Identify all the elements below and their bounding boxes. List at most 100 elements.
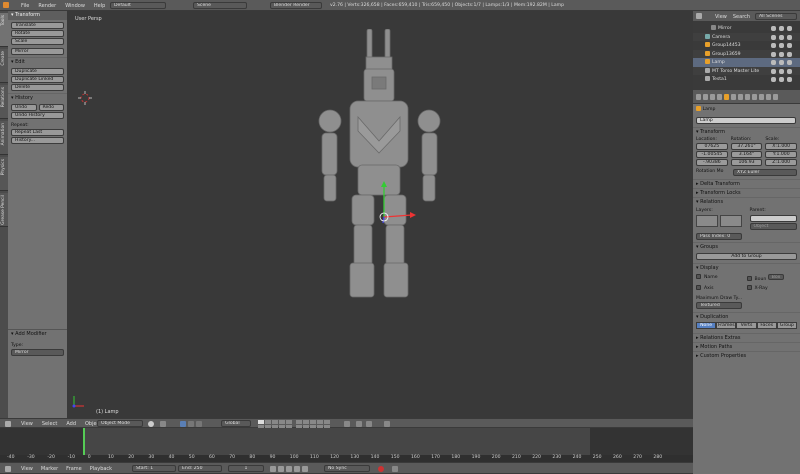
lock-camera-icon[interactable] [344, 421, 350, 427]
motion-paths-header[interactable]: ▸ Motion Paths [693, 342, 800, 351]
max-draw-select[interactable]: Textured [696, 302, 742, 309]
scale-y-field[interactable]: Y:1.000 [765, 151, 798, 158]
relations-header[interactable]: ▾ Relations [693, 197, 800, 206]
layer-button[interactable] [272, 420, 278, 424]
parent-type-select[interactable]: Object [749, 223, 797, 230]
layer-button[interactable] [258, 420, 264, 424]
tab-relations[interactable]: Relations [0, 85, 8, 119]
play-icon[interactable] [286, 466, 292, 472]
render-camera-icon[interactable] [787, 77, 792, 82]
manipulator-scale-icon[interactable] [196, 421, 202, 427]
outliner-row[interactable]: Group14453 [693, 41, 800, 50]
render-camera-icon[interactable] [787, 26, 792, 31]
render-camera-icon[interactable] [787, 68, 792, 74]
history-button[interactable]: History... [11, 137, 64, 144]
scale-z-field[interactable]: Z:1.000 [765, 159, 798, 166]
render-camera-icon[interactable] [787, 34, 792, 40]
transform-section-header[interactable]: ▾ Transform [693, 127, 800, 136]
axis-checkbox[interactable]: Axis [696, 285, 747, 291]
jump-start-icon[interactable] [270, 466, 276, 472]
manipulator-translate-icon[interactable] [180, 421, 186, 427]
duplication-group[interactable]: Group [776, 322, 798, 329]
context-modifiers-icon[interactable] [738, 94, 743, 100]
context-world-icon[interactable] [717, 94, 722, 100]
object-mode-select[interactable]: Object Mode [97, 420, 143, 427]
context-particles-icon[interactable] [766, 94, 771, 100]
redo-button[interactable]: Redo [38, 104, 64, 111]
duplication-header[interactable]: ▾ Duplication [693, 312, 800, 321]
timeline-menu-view[interactable]: View [21, 466, 33, 472]
parent-field[interactable] [749, 215, 797, 222]
custom-properties-header[interactable]: ▸ Custom Properties [693, 351, 800, 360]
object-layers[interactable] [696, 215, 744, 227]
transform-locks-header[interactable]: ▸ Transform Locks [693, 188, 800, 197]
context-scene-icon[interactable] [710, 94, 715, 100]
timeline-editor-icon[interactable] [5, 466, 11, 472]
outliner-editor-icon[interactable] [696, 13, 702, 19]
edit-panel-header[interactable]: ▾ Edit [8, 57, 67, 66]
visibility-eye-icon[interactable] [771, 51, 776, 57]
start-frame-field[interactable]: Start: 1 [132, 465, 176, 472]
sync-mode-select[interactable]: No Sync [324, 465, 370, 472]
current-frame-line[interactable] [83, 428, 85, 455]
bounds-checkbox[interactable]: Boun Box [746, 274, 798, 282]
layer-block-2[interactable] [720, 215, 742, 227]
snap-target-icon[interactable] [366, 421, 372, 427]
3d-cursor-icon[interactable] [78, 91, 92, 105]
pass-index-field[interactable]: Pass Index: 0 [696, 233, 742, 240]
location-z-field[interactable]: -.90386 [696, 159, 728, 166]
timeline-menu-frame[interactable]: Frame [66, 466, 82, 472]
outliner-row[interactable]: Mirror [693, 24, 800, 33]
pivot-point-icon[interactable] [160, 421, 166, 427]
render-camera-icon[interactable] [787, 51, 792, 57]
display-header[interactable]: ▾ Display [693, 263, 800, 272]
current-frame-field[interactable]: 1 [228, 465, 264, 472]
outliner-row[interactable]: MT Torso Master Lite [693, 66, 800, 75]
add-to-group-button[interactable]: Add to Group [696, 253, 797, 260]
transform-panel-header[interactable]: ▾ Transform [8, 11, 67, 20]
rotation-y-field[interactable]: 3.164° [730, 151, 763, 158]
menu-help[interactable]: Help [94, 3, 105, 9]
object-name-field[interactable]: Lamp [696, 117, 796, 124]
transform-orientation-select[interactable]: Global [221, 420, 251, 427]
layer-block-1[interactable] [696, 215, 718, 227]
undo-history-button[interactable]: Undo History [11, 112, 64, 119]
select-arrow-icon[interactable] [779, 34, 784, 40]
menu-window[interactable]: Window [65, 3, 85, 9]
render-engine-select[interactable]: Blender Render [270, 2, 322, 9]
manipulator-rotate-icon[interactable] [188, 421, 194, 427]
context-texture-icon[interactable] [759, 94, 764, 100]
location-y-field[interactable]: -1.00545 [696, 151, 728, 158]
delta-transform-header[interactable]: ▸ Delta Transform [693, 179, 800, 188]
translate-button[interactable]: Translate [11, 22, 64, 29]
viewport-menu-select[interactable]: Select [42, 421, 57, 427]
shading-sphere-icon[interactable] [148, 421, 154, 427]
layer-button[interactable] [279, 420, 285, 424]
next-keyframe-icon[interactable] [294, 466, 300, 472]
rotation-z-field[interactable]: 106.93 [730, 159, 763, 166]
outliner-menu-search[interactable]: Search [733, 14, 750, 20]
visibility-eye-icon[interactable] [771, 68, 776, 74]
layer-button[interactable] [303, 420, 309, 424]
timeline[interactable]: -40 -30 -20 -10 0 10 20 30 40 50 60 70 80 90 100 110 120… [0, 428, 693, 462]
jump-end-icon[interactable] [302, 466, 308, 472]
timeline-menu-playback[interactable]: Playback [90, 466, 112, 472]
editor-type-icon[interactable] [5, 421, 11, 427]
context-object-icon[interactable] [724, 94, 729, 100]
tab-create[interactable]: Create [0, 49, 8, 83]
3d-viewport[interactable]: User Persp (1) Lamp [67, 11, 693, 418]
scale-x-field[interactable]: X:1.000 [765, 143, 798, 150]
duplication-frames[interactable]: Frames [716, 322, 737, 329]
tab-grease-pencil[interactable]: Grease Pencil [0, 193, 8, 227]
snap-icon[interactable] [356, 421, 362, 427]
menu-file[interactable]: File [21, 3, 29, 9]
visibility-eye-icon[interactable] [771, 77, 776, 82]
visibility-eye-icon[interactable] [771, 43, 776, 48]
groups-header[interactable]: ▾ Groups [693, 242, 800, 251]
select-arrow-icon[interactable] [779, 68, 784, 74]
add-modifier-header[interactable]: ▾ Add Modifier [8, 330, 67, 339]
duplicate-button[interactable]: Duplicate [11, 68, 64, 75]
record-icon[interactable] [378, 466, 384, 472]
name-checkbox[interactable]: Name [696, 274, 747, 282]
select-arrow-icon[interactable] [779, 51, 784, 57]
